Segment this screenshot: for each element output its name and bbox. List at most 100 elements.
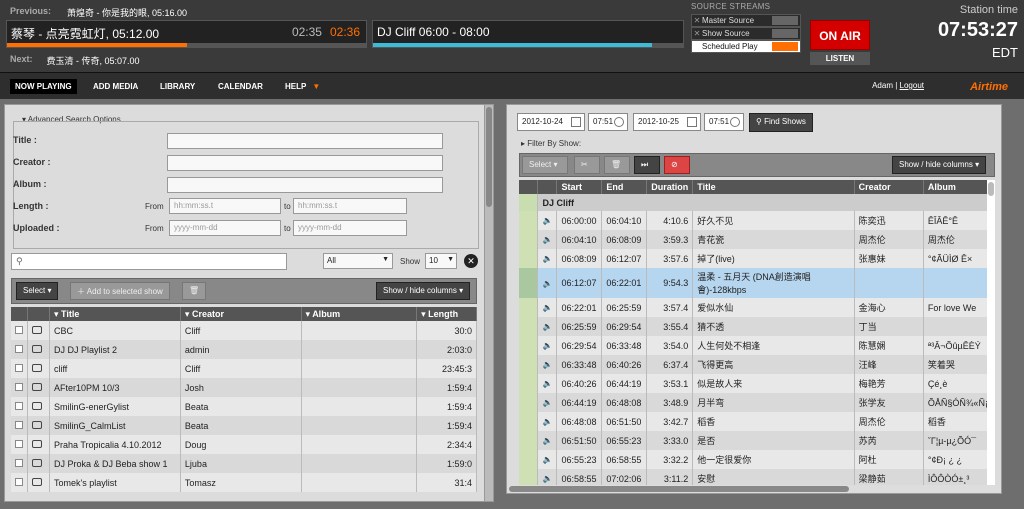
clock-icon[interactable] <box>614 117 624 127</box>
speaker-icon[interactable]: 🔈 <box>542 379 552 388</box>
table-row[interactable]: DJ DJ Playlist 2 admin 2:03:0 <box>11 340 477 359</box>
playlist-icon[interactable] <box>32 325 42 334</box>
nav-now-playing[interactable]: NOW PLAYING <box>10 79 77 94</box>
toggle-switch[interactable] <box>772 29 798 38</box>
column-duration[interactable]: Duration <box>646 180 694 194</box>
column-album[interactable]: ▾ Album <box>301 307 418 321</box>
type-filter-select[interactable]: All ▼ <box>323 253 393 269</box>
toggle-switch[interactable] <box>772 16 798 25</box>
speaker-icon[interactable]: 🔈 <box>542 341 552 350</box>
column-title[interactable]: Title <box>692 180 855 194</box>
schedule-row[interactable]: 🔈 06:04:10 06:08:09 3:59.3 青花瓷 周杰伦 周杰伦 <box>519 230 994 249</box>
schedule-hscrollbar[interactable] <box>507 485 1001 493</box>
schedule-row[interactable]: 🔈 06:00:00 06:04:10 4:10.6 好久不见 陈奕迅 ÊÎÂÊ°Ê <box>519 211 994 230</box>
table-row[interactable]: cliff Cliff 23:45:3 <box>11 359 477 378</box>
speaker-icon[interactable]: 🔈 <box>542 436 552 445</box>
column-end[interactable]: End <box>601 180 648 194</box>
row-checkbox[interactable] <box>15 420 23 429</box>
delete-button[interactable]: 🗑 <box>182 282 206 300</box>
speaker-icon[interactable]: 🔈 <box>542 398 552 407</box>
speaker-icon[interactable]: 🔈 <box>542 279 552 288</box>
clock-icon[interactable] <box>730 117 740 127</box>
select-button[interactable]: Select ▾ <box>16 282 59 300</box>
schedule-row[interactable]: 🔈 06:29:54 06:33:48 3:54.0 人生何处不相逢 陈慧娴 ª³Â¬Õûµ… <box>519 336 994 355</box>
album-field[interactable] <box>167 177 443 193</box>
cut-button[interactable]: ✂ <box>574 156 600 174</box>
start-date-field[interactable]: 2012-10-24 <box>517 113 585 131</box>
scheduled-play-row[interactable]: Scheduled Play <box>691 40 801 53</box>
row-checkbox[interactable] <box>15 363 23 372</box>
nav-library[interactable]: LIBRARY <box>155 79 200 94</box>
length-to-field[interactable]: hh:mm:ss.t <box>293 198 407 214</box>
row-checkbox[interactable] <box>15 401 23 410</box>
listen-button[interactable]: LISTEN <box>810 52 870 65</box>
calendar-icon[interactable] <box>571 117 581 127</box>
table-row[interactable]: SmilinG_CalmList Beata 1:59:4 <box>11 416 477 435</box>
end-date-field[interactable]: 2012-10-25 <box>633 113 701 131</box>
schedule-row[interactable]: 🔈 06:44:19 06:48:08 3:48.9 月半弯 张学友 ÕÅÑ§ÓÑ¾«Ñ¡ <box>519 393 994 412</box>
column-creator[interactable]: ▾ Creator <box>180 307 302 321</box>
row-checkbox[interactable] <box>15 439 23 448</box>
nav-calendar[interactable]: CALENDAR <box>213 79 268 94</box>
row-checkbox[interactable] <box>15 458 23 467</box>
speaker-icon[interactable]: 🔈 <box>542 360 552 369</box>
uploaded-from-field[interactable]: yyyy-mm-dd <box>169 220 281 236</box>
table-row[interactable]: AFter10PM 10/3 Josh 1:59:4 <box>11 378 477 397</box>
schedule-row[interactable]: 🔈 06:22:01 06:25:59 3:57.4 爱似水仙 金海心 For love W… <box>519 298 994 317</box>
delete-button[interactable]: 🗑 <box>604 156 630 174</box>
schedule-row[interactable]: 🔈 06:51:50 06:55:23 3:33.0 是否 苏芮 ˇΓ¦µ-µ¿ÕÓ¯ <box>519 431 994 450</box>
show-hide-columns-button[interactable]: Show / hide columns ▾ <box>376 282 471 300</box>
playlist-icon[interactable] <box>32 477 42 486</box>
library-scrollbar[interactable] <box>484 105 493 501</box>
nav-add-media[interactable]: ADD MEDIA <box>88 79 143 94</box>
length-from-field[interactable]: hh:mm:ss.t <box>169 198 281 214</box>
table-row[interactable]: SmilinG-enerGylist Beata 1:59:4 <box>11 397 477 416</box>
schedule-row[interactable]: 🔈 06:12:07 06:22:01 9:54.3 温柔 - 五月天 (DNA創造演唱… <box>519 268 994 298</box>
title-field[interactable] <box>167 133 443 149</box>
speaker-icon[interactable]: 🔈 <box>542 235 552 244</box>
speaker-icon[interactable]: 🔈 <box>542 474 552 483</box>
find-shows-button[interactable]: ⚲ Find Shows <box>749 113 813 132</box>
speaker-icon[interactable]: 🔈 <box>542 254 552 263</box>
speaker-icon[interactable]: 🔈 <box>542 322 552 331</box>
show-hide-columns-button[interactable]: Show / hide columns ▾ <box>892 156 987 174</box>
schedule-row[interactable]: 🔈 06:40:26 06:44:19 3:53.1 似是故人来 梅艳芳 Çé¸è <box>519 374 994 393</box>
add-to-show-button[interactable]: ＋ Add to selected show <box>70 282 170 300</box>
row-checkbox[interactable] <box>15 382 23 391</box>
schedule-scrollbar[interactable] <box>987 180 995 490</box>
select-button[interactable]: Select ▾ <box>522 156 568 174</box>
master-source-row[interactable]: ✕ Master Source <box>691 14 801 27</box>
show-source-row[interactable]: ✕ Show Source <box>691 27 801 40</box>
schedule-row[interactable]: 🔈 06:48:08 06:51:50 3:42.7 稻香 周杰伦 稻香 <box>519 412 994 431</box>
scroll-thumb[interactable] <box>486 107 492 207</box>
table-row[interactable]: DJ Proka & DJ Beba show 1 Ljuba 1:59:0 <box>11 454 477 473</box>
table-row[interactable]: Praha Tropicalia 4.10.2012 Doug 2:34:4 <box>11 435 477 454</box>
column-title[interactable]: ▾ Title <box>49 307 181 321</box>
column-album[interactable]: Album <box>923 180 994 194</box>
schedule-row[interactable]: 🔈 06:55:23 06:58:55 3:32.2 他一定很爱你 阿杜 °¢Ð¡ ¿ ¿ <box>519 450 994 469</box>
row-checkbox[interactable] <box>15 344 23 353</box>
column-creator[interactable]: Creator <box>854 180 924 194</box>
close-icon[interactable]: ✕ <box>692 29 702 38</box>
schedule-row[interactable]: 🔈 06:33:48 06:40:26 6:37.4 飞得更高 汪峰 笑着哭 <box>519 355 994 374</box>
creator-field[interactable] <box>167 155 443 171</box>
column-start[interactable]: Start <box>556 180 603 194</box>
playlist-icon[interactable] <box>32 420 42 429</box>
playlist-icon[interactable] <box>32 363 42 372</box>
filter-by-show-toggle[interactable]: ▸ Filter By Show: <box>521 139 581 148</box>
skip-button[interactable]: ⏭ <box>634 156 660 174</box>
table-row[interactable]: Tomek's playlist Tomasz 31:4 <box>11 473 477 492</box>
playlist-icon[interactable] <box>32 439 42 448</box>
end-time-field[interactable]: 07:51 <box>704 113 744 131</box>
start-time-field[interactable]: 07:51 <box>588 113 628 131</box>
row-checkbox[interactable] <box>15 477 23 486</box>
cancel-show-button[interactable]: ⊘ <box>664 156 690 174</box>
playlist-icon[interactable] <box>32 382 42 391</box>
speaker-icon[interactable]: 🔈 <box>542 455 552 464</box>
schedule-row[interactable]: 🔈 06:08:09 06:12:07 3:57.6 掉了(live) 张惠妹 °¢ÃÜÌØ… <box>519 249 994 268</box>
speaker-icon[interactable]: 🔈 <box>542 417 552 426</box>
uploaded-to-field[interactable]: yyyy-mm-dd <box>293 220 407 236</box>
toggle-switch[interactable] <box>772 42 798 51</box>
close-icon[interactable]: ✕ <box>692 16 702 25</box>
scroll-thumb[interactable] <box>509 486 849 492</box>
